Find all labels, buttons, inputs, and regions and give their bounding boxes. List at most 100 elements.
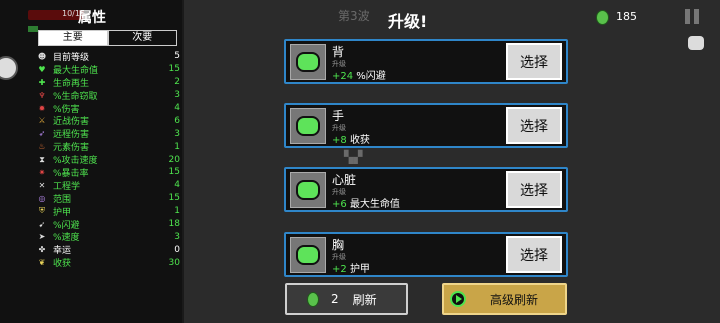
stat-row: ♨ 元素伤害 1 bbox=[36, 140, 180, 154]
luck-icon: ✤ bbox=[38, 245, 46, 255]
stat-value: 15 bbox=[168, 64, 180, 75]
upgrade-card: 胸 升级 +2 护甲 选择 bbox=[284, 232, 568, 277]
stat-value: 15 bbox=[168, 167, 180, 178]
stat-row: ♥ 最大生命值 15 bbox=[36, 63, 180, 76]
stat-value: 6 bbox=[174, 115, 180, 126]
stat-label: 生命再生 bbox=[53, 78, 90, 89]
stats-tabs: 主要 次要 bbox=[38, 30, 177, 46]
advanced-reroll-label: 高级刷新 bbox=[490, 292, 539, 307]
select-button[interactable]: 选择 bbox=[506, 107, 562, 144]
stat-row: ⧗ %攻击速度 20 bbox=[36, 153, 180, 167]
reroll-button[interactable]: 2 刷新 bbox=[285, 283, 408, 315]
pause-button[interactable] bbox=[685, 9, 699, 24]
stat-label: %速度 bbox=[53, 233, 80, 244]
reroll-label: 刷新 bbox=[352, 292, 377, 307]
advanced-reroll-button[interactable]: 高级刷新 bbox=[442, 283, 567, 315]
stat-label: %伤害 bbox=[53, 104, 80, 115]
stat-row: ✤ 幸运 0 bbox=[36, 243, 180, 257]
stat-label: %攻击速度 bbox=[53, 156, 98, 167]
stat-label: 幸运 bbox=[53, 246, 72, 257]
range-icon: ◎ bbox=[38, 193, 46, 203]
upgrade-card: 手 升级 +8 收获 选择 bbox=[284, 103, 568, 148]
stat-value: 15 bbox=[168, 193, 180, 204]
page-title: 升级! bbox=[388, 12, 428, 31]
stat-row: ➶ 远程伤害 3 bbox=[36, 127, 180, 141]
play-ad-icon bbox=[450, 291, 466, 307]
stat-label: 工程学 bbox=[53, 181, 81, 192]
wave-label: 第3波 bbox=[338, 9, 370, 23]
stat-label: %暴击率 bbox=[53, 168, 89, 179]
tab-secondary[interactable]: 次要 bbox=[107, 30, 177, 46]
stat-row: ☻ 目前等级 5 bbox=[36, 50, 180, 63]
pause-icon bbox=[685, 9, 690, 24]
enemy-sprite-icon: ▚▞ bbox=[344, 150, 363, 164]
upgrade-card: 心脏 升级 +6 最大生命值 选择 bbox=[284, 167, 568, 212]
stat-value: 4 bbox=[174, 180, 180, 191]
stat-label: 护甲 bbox=[53, 207, 72, 218]
stat-value: 18 bbox=[168, 219, 180, 230]
upgrade-effect: +8 收获 bbox=[332, 135, 370, 146]
stat-value: 3 bbox=[174, 90, 180, 101]
crit-icon: ✷ bbox=[38, 167, 46, 177]
stat-label: %闪避 bbox=[53, 220, 80, 231]
stat-row: ♆ %生命窃取 3 bbox=[36, 89, 180, 102]
stat-row: ✕ 工程学 4 bbox=[36, 179, 180, 192]
stat-row: ✹ %伤害 4 bbox=[36, 102, 180, 115]
hand-icon bbox=[290, 108, 326, 144]
stat-row: ✷ %暴击率 15 bbox=[36, 166, 180, 179]
stat-row: ❦ 收获 30 bbox=[36, 256, 180, 270]
engineering-icon: ✕ bbox=[38, 180, 46, 190]
upgrade-effect: +6 最大生命值 bbox=[332, 199, 400, 210]
stat-value: 4 bbox=[174, 103, 180, 113]
stat-row: ⚔ 近战伤害 6 bbox=[36, 114, 180, 128]
back-armor-icon bbox=[290, 44, 326, 80]
stat-value: 1 bbox=[174, 141, 180, 152]
upgrade-effect: +2 护甲 bbox=[332, 264, 370, 275]
select-button[interactable]: 选择 bbox=[506, 171, 562, 208]
xp-bar bbox=[28, 26, 38, 32]
attack-speed-icon: ⧗ bbox=[39, 154, 45, 164]
stat-value: 3 bbox=[174, 231, 180, 242]
speed-icon: ➤ bbox=[38, 232, 46, 242]
stat-row: ✚ 生命再生 2 bbox=[36, 76, 180, 89]
melee-icon: ⚔ bbox=[38, 116, 46, 126]
stat-label: 元素伤害 bbox=[53, 143, 90, 154]
level-icon: ☻ bbox=[37, 51, 47, 61]
stat-value: 30 bbox=[168, 257, 180, 268]
upgrade-effect: +24 %闪避 bbox=[332, 71, 386, 82]
stats-panel: 10/15 属性 主要 次要 ☻ 目前等级 5 ♥ 最大生命值 15 ✚ 生命再生 2 ♆ %生命窃… bbox=[0, 0, 184, 323]
heart-icon: ♥ bbox=[38, 64, 46, 74]
stat-row: ⛨ 护甲 1 bbox=[36, 205, 180, 218]
stat-label: 最大生命值 bbox=[53, 65, 99, 76]
heart-organ-icon bbox=[290, 172, 326, 208]
reroll-cost: 2 bbox=[331, 292, 339, 306]
tab-primary[interactable]: 主要 bbox=[38, 30, 108, 46]
damage-icon: ✹ bbox=[38, 103, 46, 113]
upgrade-name: 手 bbox=[332, 109, 345, 123]
material-coin-icon bbox=[596, 10, 609, 25]
stat-row: ➤ %速度 3 bbox=[36, 230, 180, 244]
ghost-icon bbox=[688, 36, 704, 50]
stat-list: ☻ 目前等级 5 ♥ 最大生命值 15 ✚ 生命再生 2 ♆ %生命窃取 3 ✹ %伤害 4 ⚔ 近战伤害 6 ➶ 远… bbox=[36, 50, 180, 269]
lifesteal-icon: ♆ bbox=[38, 90, 46, 100]
stat-row: ◎ 范围 15 bbox=[36, 192, 181, 205]
chest-armor-icon bbox=[290, 237, 326, 273]
upgrade-card: 背 升级 +24 %闪避 选择 bbox=[284, 39, 568, 84]
dodge-icon: ➹ bbox=[38, 219, 46, 229]
stat-value: 3 bbox=[174, 128, 180, 139]
stat-value: 20 bbox=[168, 154, 180, 165]
material-coin-icon bbox=[307, 291, 319, 307]
regen-icon: ✚ bbox=[38, 77, 46, 87]
select-button[interactable]: 选择 bbox=[506, 43, 562, 80]
ranged-icon: ➶ bbox=[38, 129, 46, 139]
upgrade-name: 胸 bbox=[332, 238, 345, 252]
stats-title: 属性 bbox=[78, 10, 106, 26]
stat-value: 2 bbox=[174, 77, 180, 88]
coin-count: 185 bbox=[616, 10, 637, 23]
stat-label: 目前等级 bbox=[53, 52, 90, 63]
select-button[interactable]: 选择 bbox=[506, 236, 562, 273]
upgrade-name: 心脏 bbox=[332, 173, 357, 187]
upgrade-name: 背 bbox=[332, 45, 345, 59]
stat-label: 范围 bbox=[53, 194, 72, 205]
stat-label: %生命窃取 bbox=[53, 91, 98, 102]
